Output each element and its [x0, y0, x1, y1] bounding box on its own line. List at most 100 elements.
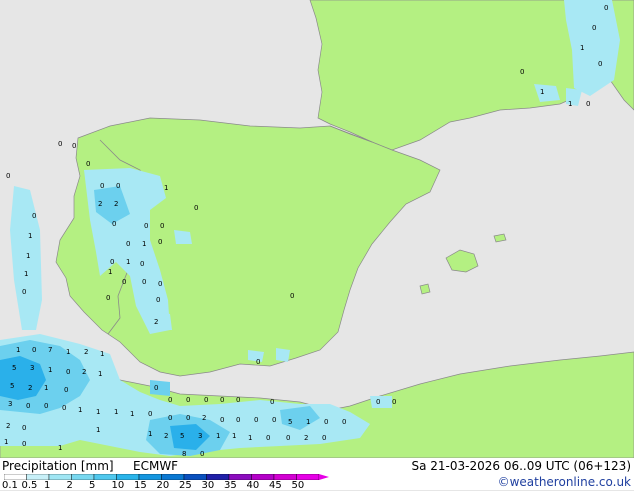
precip-area	[150, 380, 170, 396]
precip-label: 1	[130, 410, 134, 418]
precip-label: 1	[540, 88, 544, 96]
precipitation-title: Precipitation [mm]	[2, 459, 114, 473]
precip-label: 8	[182, 450, 186, 458]
precip-label: 2	[304, 434, 308, 442]
precip-label: 3	[198, 432, 202, 440]
precip-label: 3	[30, 364, 34, 372]
precip-area	[174, 230, 192, 244]
precip-label: 2	[6, 422, 10, 430]
precip-label: 0	[100, 182, 104, 190]
precip-label: 0	[168, 414, 172, 422]
scale-tick-label: 50	[291, 480, 305, 491]
precip-label: 0	[270, 398, 274, 406]
precip-label: 1	[4, 438, 8, 446]
precip-label: 5	[288, 418, 292, 426]
scale-tick-label: 15	[134, 480, 147, 491]
precip-label: 0	[122, 278, 126, 286]
valid-time: Sa 21-03-2026 06..09 UTC (06+123)	[411, 459, 631, 473]
scale-tick-label: 45	[269, 480, 282, 491]
precip-label: 0	[126, 240, 130, 248]
precip-label: 0	[6, 172, 10, 180]
precip-label: 0	[256, 358, 260, 366]
precip-label: 1	[108, 268, 112, 276]
precip-label: 1	[126, 258, 130, 266]
precip-label: 1	[24, 270, 28, 278]
precip-label: 1	[66, 348, 70, 356]
scale-tick-label: 30	[201, 480, 215, 491]
precip-label: 0	[112, 220, 116, 228]
scale-tick-label: 25	[179, 480, 192, 491]
precip-label: 0	[186, 414, 190, 422]
precip-label: 0	[194, 204, 198, 212]
precip-label: 0	[86, 160, 90, 168]
precip-label: 1	[114, 408, 118, 416]
precip-label: 1	[142, 240, 146, 248]
precip-label: 3	[8, 400, 12, 408]
precip-label: 0	[156, 296, 160, 304]
model-name: ECMWF	[133, 459, 179, 473]
precip-label: 0	[44, 402, 48, 410]
precip-label: 1	[78, 406, 82, 414]
precip-label: 0	[62, 404, 66, 412]
precip-label: 0	[72, 142, 76, 150]
precip-label: 0	[186, 396, 190, 404]
precip-label: 0	[22, 424, 26, 432]
precip-label: 1	[164, 184, 168, 192]
precip-label: 0	[154, 384, 158, 392]
scale-tick-label: 2	[66, 480, 73, 491]
precip-label: 0	[110, 258, 114, 266]
scale-arrow	[319, 474, 329, 480]
precip-label: 1	[580, 44, 584, 52]
precip-label: 0	[32, 212, 36, 220]
precip-label: 0	[22, 288, 26, 296]
precip-label: 0	[116, 182, 120, 190]
scale-tick-label: 5	[89, 480, 96, 491]
scale-tick-label: 0.5	[21, 480, 38, 491]
precip-label: 0	[254, 416, 258, 424]
precip-label: 2	[84, 348, 88, 356]
footer-bar: Precipitation [mm] ECMWF Sa 21-03-2026 0…	[0, 458, 634, 491]
precip-label: 0	[160, 222, 164, 230]
precip-label: 0	[66, 368, 70, 376]
precip-label: 1	[568, 100, 572, 108]
precip-label: 0	[286, 434, 290, 442]
precip-label: 0	[26, 402, 30, 410]
precip-label: 0	[598, 60, 602, 68]
precip-label: 0	[324, 418, 328, 426]
precip-label: 0	[200, 450, 204, 458]
precip-label: 1	[96, 426, 100, 434]
precip-label: 0	[32, 346, 36, 354]
precip-label: 1	[96, 408, 100, 416]
precip-area	[370, 396, 392, 408]
precip-label: 0	[586, 100, 590, 108]
scale-tick-label: 1	[44, 480, 51, 491]
credit-link[interactable]: ©weatheronline.co.uk	[498, 475, 631, 489]
precip-label: 2	[154, 318, 158, 326]
precip-label: 0	[140, 260, 144, 268]
precip-label: 2	[28, 384, 32, 392]
land-ibiza	[419, 283, 431, 295]
precip-label: 0	[204, 396, 208, 404]
precip-label: 0	[322, 434, 326, 442]
precip-label: 0	[144, 222, 148, 230]
precip-label: 1	[248, 434, 252, 442]
precip-label: 1	[58, 444, 62, 452]
precip-label: 0	[604, 4, 608, 12]
precip-label: 0	[64, 386, 68, 394]
precipitation-map: 0 0 0 0 0 0 2 2 0 1 1 1 0 1 0 0 0 0 0 1 …	[0, 0, 634, 458]
precip-label: 2	[82, 368, 86, 376]
scale-tick-label: 20	[156, 480, 170, 491]
precip-label: 1	[28, 232, 32, 240]
precip-label: 1	[232, 432, 236, 440]
precip-label: 2	[202, 414, 206, 422]
precip-label: 0	[148, 410, 152, 418]
precip-label: 0	[376, 398, 380, 406]
precip-label: 0	[158, 280, 162, 288]
precip-label: 1	[98, 370, 102, 378]
precip-label: 0	[106, 294, 110, 302]
precip-label: 7	[48, 346, 52, 354]
precip-label: 0	[392, 398, 396, 406]
precip-label: 1	[44, 384, 48, 392]
precip-label: 0	[236, 416, 240, 424]
precip-label: 1	[16, 346, 20, 354]
